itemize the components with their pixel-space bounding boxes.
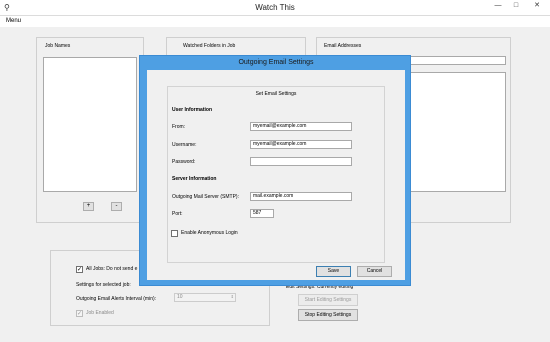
title-bar: ⚲ Watch This — □ ✕ <box>0 0 550 16</box>
job-names-group: Job Names + - <box>36 37 144 223</box>
anonymous-login-label: Enable Anonymous Login <box>181 230 238 236</box>
watched-folders-label: Watched Folders in Job <box>183 43 236 49</box>
interval-stepper[interactable]: 10 ⇕ <box>174 293 236 302</box>
from-label: From: <box>172 124 186 130</box>
group-title: Set Email Settings <box>255 91 297 97</box>
job-names-list[interactable] <box>43 57 137 192</box>
port-label: Port: <box>172 211 183 217</box>
job-names-label: Job Names <box>45 43 71 49</box>
maximize-button[interactable]: □ <box>508 0 524 11</box>
set-email-settings-group: Set Email Settings User Information From… <box>167 86 385 263</box>
close-button[interactable]: ✕ <box>526 0 548 11</box>
menu-item[interactable]: Menu <box>6 17 21 26</box>
job-enabled-label: Job Enabled <box>86 310 114 316</box>
all-jobs-checkbox[interactable]: ✓ <box>76 266 83 273</box>
add-job-button[interactable]: + <box>83 202 94 211</box>
from-input[interactable]: myemail@example.com <box>250 122 352 131</box>
stepper-arrows-icon: ⇕ <box>230 294 234 299</box>
settings-for-selected-label: Settings for selected job: <box>76 282 131 288</box>
remove-job-button[interactable]: - <box>111 202 122 211</box>
smtp-input[interactable]: mail.example.com <box>250 192 352 201</box>
email-addresses-label: Email Addresses <box>324 43 362 49</box>
interval-value: 10 <box>177 294 183 300</box>
email-address-input[interactable] <box>407 56 506 65</box>
start-editing-button[interactable]: Start Editing Settings <box>298 294 358 306</box>
email-settings-dialog: Outgoing Email Settings Set Email Settin… <box>139 55 411 286</box>
save-button[interactable]: Save <box>316 266 351 277</box>
stop-editing-button[interactable]: Stop Editing Settings <box>298 309 358 321</box>
minimize-button[interactable]: — <box>490 0 506 11</box>
password-label: Password: <box>172 159 196 165</box>
interval-label: Outgoing Email Alerts Interval (min): <box>76 296 157 302</box>
password-input[interactable] <box>250 157 352 166</box>
email-address-list[interactable] <box>407 72 506 192</box>
server-info-header: Server Information <box>172 176 217 182</box>
dialog-body: Set Email Settings User Information From… <box>147 70 405 280</box>
all-jobs-label: All Jobs: Do not send e <box>86 266 138 272</box>
smtp-label: Outgoing Mail Server (SMTP): <box>172 194 239 200</box>
menu-bar: Menu <box>0 16 550 27</box>
username-label: Username: <box>172 142 197 148</box>
user-info-header: User Information <box>172 107 213 113</box>
dialog-title: Outgoing Email Settings <box>238 59 314 66</box>
anonymous-login-checkbox[interactable] <box>171 230 178 237</box>
port-input[interactable]: 587 <box>250 209 274 218</box>
cancel-button[interactable]: Cancel <box>357 266 392 277</box>
job-enabled-checkbox[interactable]: ✓ <box>76 310 83 317</box>
window-title: Watch This <box>255 3 295 12</box>
username-input[interactable]: myemail@example.com <box>250 140 352 149</box>
